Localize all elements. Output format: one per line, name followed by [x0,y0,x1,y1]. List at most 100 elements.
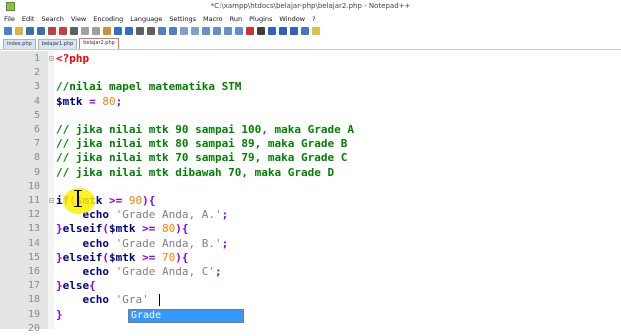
zoom-in-icon[interactable] [158,26,166,35]
fold-toggle-icon[interactable]: ⊟ [49,52,54,66]
code-token: ( [102,250,109,264]
menu-view[interactable]: View [71,15,86,23]
copy-icon[interactable] [92,26,100,35]
line-number: 4 [33,95,40,107]
code-line[interactable]: 5 [0,109,621,123]
stop-macro-icon[interactable] [257,26,265,35]
code-token: } [56,222,63,236]
menu-window[interactable]: Window [279,15,305,23]
code-text: echo 'Grade Anda, B.'; [56,237,229,251]
line-number: 16 [27,266,40,277]
autocomplete-item[interactable]: Grade [129,310,243,322]
paste-icon[interactable] [103,26,111,35]
fold-toggle-icon[interactable]: ⊟ [49,194,54,208]
redo-icon[interactable] [125,26,133,35]
menu-run[interactable]: Run [230,15,242,23]
line-number: 9 [33,166,40,178]
play-macro-icon[interactable] [268,26,276,35]
highlight-icon[interactable] [312,26,320,35]
line-number: 3 [33,81,40,93]
menu-encoding[interactable]: Encoding [93,15,123,23]
code-line[interactable]: 12 echo 'Grade Anda, A.'; [0,208,621,222]
zoom-out-icon[interactable] [169,26,177,35]
lang-icon[interactable] [224,26,232,35]
code-token: elseif [62,222,103,236]
code-line[interactable]: 16 echo 'Grade Anda, C'; [0,265,621,279]
tab-belajar2-php[interactable]: belajar2.php [79,38,119,49]
doc-map-icon[interactable] [235,26,243,35]
code-line[interactable]: 9 // jika nilai mtk dibawah 70, maka Grad… [0,166,621,180]
code-token: // jika nilai mtk 90 sampai 100, maka Gr… [56,123,355,136]
replace-icon[interactable] [147,26,155,35]
sync-scroll-icon[interactable] [180,26,188,35]
cut-icon[interactable] [81,26,89,35]
menu-language[interactable]: Language [130,15,162,23]
save-macro-icon[interactable] [290,26,298,35]
window-title: *C:\xampp\htdocs\belajar-php\belajar2.ph… [210,2,411,10]
code-line[interactable]: 3 //nilai mapel matematika STM [0,80,621,94]
line-number: 10 [27,180,40,192]
code-line[interactable]: 6 // jika nilai mtk 90 sampai 100, maka G… [0,123,621,137]
menu-search[interactable]: Search [41,15,63,23]
menu-help[interactable]: ? [312,15,315,23]
line-number: 11 [27,195,40,206]
code-token: 80 [102,94,116,108]
menu-plugins[interactable]: Plugins [249,15,272,23]
menu-edit[interactable]: Edit [22,15,35,23]
line-number: 14 [27,237,40,249]
code-line[interactable]: 15}elseif($mtk >= 70){ [0,251,621,265]
line-number: 19 [27,308,40,320]
code-line[interactable]: 19} [0,308,621,322]
code-line[interactable]: 4 $mtk = 80; [0,95,621,109]
line-number: 12 [27,209,40,221]
indent-guide-icon[interactable] [213,26,221,35]
menu-settings[interactable]: Settings [169,15,196,23]
print-icon[interactable] [70,26,78,35]
code-line[interactable]: 14 echo 'Grade Anda, B.'; [0,237,621,251]
close-icon[interactable] [48,26,56,35]
save-all-icon[interactable] [37,26,45,35]
code-line[interactable]: 8 // jika nilai mtk 70 sampai 79, maka Gr… [0,151,621,165]
code-token: // jika nilai mtk 80 sampai 89, maka Gra… [56,137,348,151]
line-number: 7 [33,138,40,150]
tab-belajar1-php[interactable]: belajar1.php [37,39,78,49]
code-token: elseif [62,250,103,264]
run-macro-icon[interactable] [279,26,287,35]
menu-macro[interactable]: Macro [203,15,223,23]
line-number: 8 [33,152,40,164]
find-icon[interactable] [136,26,144,35]
code-token: } [56,307,63,321]
code-line[interactable]: 7 // jika nilai mtk 80 sampai 89, maka Gr… [0,137,621,151]
text-caret [159,294,160,306]
record-macro-icon[interactable] [246,26,254,35]
code-text: }elseif($mtk >= 70){ [56,251,189,265]
code-text: echo 'Gra' [56,293,149,307]
open-file-icon[interactable] [15,26,23,35]
new-file-icon[interactable] [4,26,12,35]
code-line[interactable]: 17}else{ [0,279,621,293]
code-line[interactable]: 18 echo 'Gra' [0,293,621,307]
code-token: 'Grade Anda, A.' [115,208,222,222]
code-token: ){ [175,250,189,264]
tab-index-php[interactable]: index.php [3,39,36,49]
line-number: 13 [27,223,40,235]
save-icon[interactable] [26,26,34,35]
word-wrap-icon[interactable] [191,26,199,35]
code-editor[interactable]: 1 ⊟ <?php 2 3//nilai mapel matematika STM 4 $m… [0,51,621,334]
show-all-chars-icon[interactable] [202,26,210,35]
abc-icon[interactable] [301,26,309,35]
close-all-icon[interactable] [59,26,67,35]
code-line[interactable]: 2 [0,66,621,80]
code-line[interactable]: 10 [0,180,621,194]
undo-icon[interactable] [114,26,122,35]
line-number: 6 [33,124,40,135]
menu-file[interactable]: File [4,15,15,23]
code-token: <?php [56,52,90,65]
code-line[interactable]: 1 ⊟ <?php [0,52,621,66]
code-line[interactable]: 13}elseif($mtk >= 80){ [0,222,621,236]
code-token: >= [142,222,156,236]
